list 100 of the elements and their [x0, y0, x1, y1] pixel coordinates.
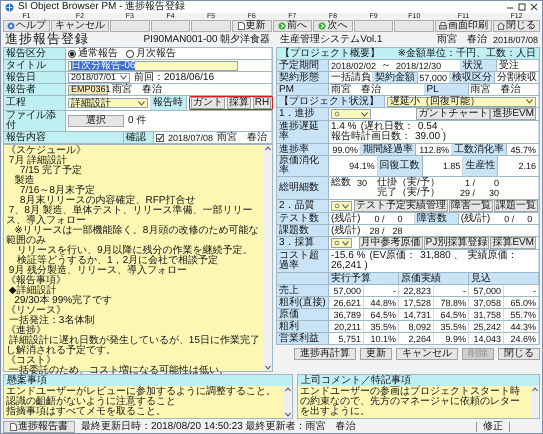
detail-label: 仕掛（実/予） [377, 178, 441, 188]
screen-title: 進捗報告登録 [5, 32, 89, 45]
delay-text: 39.00 ) [415, 132, 446, 142]
previous-date: 前回：2018/06/16 [134, 72, 214, 82]
rating-dropdown[interactable]: ○ [331, 201, 352, 211]
count-value: 28 / [368, 226, 384, 236]
scrollbar[interactable] [284, 386, 292, 418]
count-value: 0 [396, 214, 402, 224]
field-label: コスト超過率 [277, 250, 329, 272]
scrollbar[interactable] [531, 386, 539, 418]
circle-arrow-icon [278, 22, 286, 30]
select-file-button[interactable]: 選択 [68, 115, 124, 127]
scroll-down-icon[interactable] [285, 412, 291, 417]
field-label: 進捗率 [277, 144, 329, 155]
table-cell: 26,621 [329, 297, 364, 309]
profit-button[interactable]: 月中参考原価 [358, 237, 423, 249]
date-dropdown[interactable]: 2018/07/01 [68, 72, 130, 82]
function-key-button[interactable]: 画面印刷 [435, 20, 492, 32]
radio-button[interactable] [68, 50, 76, 58]
cost-text: 26,241 ) [331, 261, 368, 271]
caret-icon [361, 112, 368, 116]
quality-button[interactable]: 課題一覧 [494, 200, 538, 212]
maximize-icon[interactable] [518, 3, 526, 11]
table-cell: - [434, 285, 469, 297]
quality-button[interactable]: 障害一覧 [449, 200, 493, 212]
report-print-button[interactable]: 進捗報告書 [3, 420, 75, 432]
field-label: 工程 [4, 96, 66, 110]
section-header: 上司コメント／特記事項 [298, 375, 539, 386]
quality-button[interactable]: テスト予定実績管理 [354, 200, 448, 212]
scroll-down-icon[interactable] [265, 365, 271, 370]
close-icon[interactable] [530, 3, 538, 11]
action-button[interactable]: 更新 [360, 348, 392, 360]
profit-button[interactable]: PJ別採算登録 [424, 237, 490, 249]
table-cell: 17,528 [399, 297, 434, 309]
action-button[interactable]: 進捗再計算 [294, 348, 356, 360]
field-label: 1．進捗 [277, 108, 329, 120]
progress-button[interactable]: 進捗EVM [490, 108, 536, 120]
circle-arrow-icon [318, 22, 326, 30]
rating-dropdown[interactable]: ○ [331, 238, 352, 248]
radio-label: 通常報告 [78, 48, 118, 58]
header-date: 2018/07/08 [492, 35, 538, 45]
scroll-up-icon[interactable] [285, 387, 291, 392]
process-dropdown[interactable]: 詳細設計 [68, 98, 148, 108]
function-key-button[interactable]: 前へ [272, 20, 312, 32]
scroll-up-icon[interactable] [265, 146, 271, 151]
scroll-up-icon[interactable] [532, 387, 538, 392]
function-key-button[interactable]: ヘルプ [3, 20, 50, 32]
document-icon [238, 22, 245, 30]
detail-value: 30 [357, 178, 368, 188]
table-cell: 78.8% [434, 297, 469, 309]
table-cell: 64.5% [434, 309, 469, 321]
field-label: PM [277, 84, 329, 95]
rating-dropdown[interactable]: ○ [331, 109, 371, 119]
delay-text: 0.54 、 [418, 122, 450, 132]
detail-label: 完了（実/予） [377, 188, 441, 198]
report-time-button[interactable]: 採算 [226, 97, 251, 109]
function-key-button[interactable]: 更新 [232, 20, 272, 32]
report-time-button[interactable]: RH [252, 97, 272, 109]
caret-icon [138, 100, 145, 106]
row-header: 粗利(直接) [277, 297, 329, 309]
field-label: 生産性 [463, 156, 498, 176]
field-label: 総明細数 [277, 177, 329, 199]
function-key-button[interactable]: キャンセル [51, 20, 109, 32]
table-cell: 10.1% [364, 333, 399, 345]
radio-button[interactable] [126, 50, 134, 58]
profit-button[interactable]: 採算EVM [490, 237, 536, 249]
status-dropdown[interactable]: 遅延小（回復可能） [387, 96, 536, 106]
field-label: 報告者 [4, 84, 66, 95]
detail-label: 総数 [331, 178, 352, 188]
table-cell: 14,731 [399, 309, 434, 321]
field-label: 2．品質 [277, 200, 329, 212]
attachment-count: 0 件 [128, 116, 146, 126]
comments-field[interactable]: エンドユーザーの参画はプロジェクトスタート時の約束なので、先方のマネージャに依頼のレターを出すように。 [298, 386, 539, 418]
confirm-date: 2018/07/08 [168, 132, 214, 142]
reporter-id-field[interactable]: EMP0361 [68, 84, 108, 94]
table-cell: 37,058 [469, 297, 504, 309]
table-cell: 36,789 [329, 309, 364, 321]
action-button[interactable]: 閉じる [498, 348, 540, 360]
field-label: タイトル [4, 60, 66, 71]
table-cell: 9.9% [434, 333, 469, 345]
function-key-button[interactable]: 次へ [313, 20, 353, 32]
count-unit: (残/計) [460, 214, 490, 224]
function-key-button[interactable]: 閉じる [493, 20, 540, 32]
scrollbar[interactable] [264, 145, 272, 371]
action-button[interactable]: キャンセル [396, 348, 458, 360]
report-time-button[interactable]: ガント [190, 97, 225, 109]
field-label: 期間経過率 [360, 144, 416, 155]
cost-text: 31,880 、 [420, 251, 464, 261]
table-cell: 44.8% [364, 297, 399, 309]
count-unit: (残/計) [331, 214, 360, 224]
window-title: SI Object Browser PM - 進捗報告登録 [18, 2, 186, 12]
row-header: 売上 [277, 285, 329, 297]
table-cell: 14,043 [469, 333, 504, 345]
concerns-field[interactable]: エンドユーザーがレビューに参加するように調整すること。 認識の齟齬がないように注意すること 指摘事項はすべてメモを取ること。 [4, 386, 292, 418]
column-header: 実行予算 [329, 273, 399, 285]
progress-button[interactable]: ガントチャート [416, 108, 490, 120]
field-label: 予定期間 [277, 60, 329, 71]
field-label: 契約金額 [373, 72, 418, 83]
checkbox[interactable] [156, 134, 164, 142]
period-start: 2018/02/02 [331, 60, 376, 70]
